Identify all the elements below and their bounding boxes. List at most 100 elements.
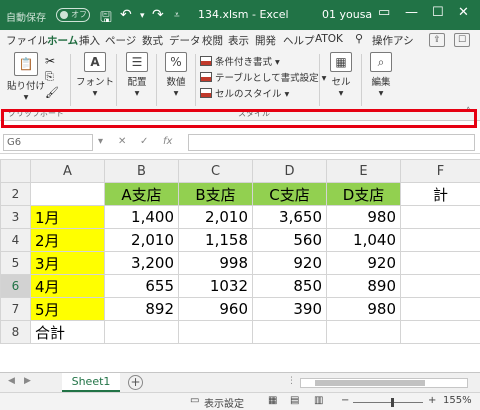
conditional-format-button[interactable]: 条件付き書式 ▾ (200, 54, 280, 68)
undo-dropdown-icon[interactable]: ▾ (140, 11, 145, 21)
cell[interactable]: 390 (252, 297, 327, 321)
number-button[interactable]: % 数値 ▾ (160, 52, 192, 99)
format-painter-icon[interactable]: 🖌 (45, 86, 59, 99)
cell[interactable]: 1,158 (178, 228, 253, 252)
tab-data[interactable]: データ (169, 33, 201, 48)
cell[interactable] (252, 320, 327, 344)
maximize-button[interactable]: ☐ (432, 5, 444, 20)
cell[interactable]: 2月 (30, 228, 105, 252)
horizontal-scrollbar[interactable] (300, 378, 468, 388)
tab-tell-me[interactable]: 操作アシ (372, 33, 414, 48)
cell[interactable]: C支店 (252, 182, 327, 206)
comments-icon[interactable]: ☐ (454, 33, 470, 47)
cell[interactable]: 2,010 (178, 205, 253, 229)
cell[interactable] (104, 320, 179, 344)
cell[interactable]: 960 (178, 297, 253, 321)
cell[interactable]: 850 (252, 274, 327, 298)
row-header[interactable]: 7 (0, 297, 31, 321)
cell[interactable]: 1月 (30, 205, 105, 229)
cell-styles-button[interactable]: セルのスタイル ▾ (200, 86, 289, 100)
cell[interactable] (326, 320, 401, 344)
column-header-b[interactable]: B (104, 159, 179, 183)
tab-review[interactable]: 校閲 (202, 33, 223, 48)
tab-view[interactable]: 表示 (228, 33, 249, 48)
cell[interactable] (400, 320, 480, 344)
close-button[interactable]: ✕ (458, 5, 469, 20)
cut-icon[interactable]: ✂ (45, 54, 55, 68)
ribbon-display-icon[interactable]: ▭ (378, 5, 390, 20)
tab-help[interactable]: ヘルプ (283, 33, 315, 48)
cell[interactable]: B支店 (178, 182, 253, 206)
redo-icon[interactable]: ↷ (152, 7, 164, 23)
display-settings-icon[interactable]: ▭ (190, 395, 199, 406)
cell[interactable]: 2,010 (104, 228, 179, 252)
cell[interactable]: 3,200 (104, 251, 179, 275)
cell[interactable]: 3,650 (252, 205, 327, 229)
zoom-out-button[interactable]: − (341, 395, 349, 406)
lightbulb-icon[interactable]: ⚲ (355, 32, 363, 45)
autosave-toggle[interactable]: オフ (56, 8, 90, 22)
editing-button[interactable]: ⌕ 編集 ▾ (364, 52, 398, 99)
sheet-tab-sheet1[interactable]: Sheet1 (62, 373, 120, 392)
cell[interactable]: 計 (400, 182, 480, 206)
customize-qat-icon[interactable]: ⩡ (174, 10, 180, 21)
cell[interactable]: 合計 (30, 320, 105, 344)
tab-atok[interactable]: ATOK (315, 33, 343, 45)
save-icon[interactable]: 🖫 (100, 7, 112, 31)
column-header-e[interactable]: E (326, 159, 401, 183)
tab-developer[interactable]: 開発 (255, 33, 276, 48)
select-all-corner[interactable] (0, 159, 31, 183)
cell[interactable] (400, 205, 480, 229)
cell[interactable]: 1,040 (326, 228, 401, 252)
row-header[interactable]: 4 (0, 228, 31, 252)
alignment-button[interactable]: ☰ 配置 ▾ (120, 52, 154, 99)
cell[interactable]: 998 (178, 251, 253, 275)
copy-icon[interactable]: ⎘ (45, 70, 54, 84)
cancel-icon[interactable]: ✕ (118, 136, 126, 147)
cell[interactable]: 980 (326, 297, 401, 321)
cell[interactable]: 980 (326, 205, 401, 229)
next-sheet-icon[interactable]: ▶ (24, 376, 31, 386)
user-name[interactable]: 01 yousa (322, 8, 372, 21)
column-header-c[interactable]: C (178, 159, 253, 183)
tab-home[interactable]: ホーム (47, 33, 79, 52)
row-header[interactable]: 8 (0, 320, 31, 344)
share-icon[interactable]: ⇪ (429, 33, 445, 47)
page-layout-view-icon[interactable]: ▤ (290, 395, 299, 406)
cell[interactable]: 920 (326, 251, 401, 275)
cell[interactable] (400, 297, 480, 321)
cells-button[interactable]: ▦ セル ▾ (324, 52, 358, 99)
cell[interactable] (30, 182, 105, 206)
prev-sheet-icon[interactable]: ◀ (8, 376, 15, 386)
cell[interactable] (400, 228, 480, 252)
normal-view-icon[interactable]: ▦ (268, 395, 277, 406)
cell[interactable]: D支店 (326, 182, 401, 206)
add-sheet-button[interactable]: + (128, 375, 143, 390)
cell[interactable]: 4月 (30, 274, 105, 298)
tab-file[interactable]: ファイル (6, 33, 48, 48)
display-settings-label[interactable]: 表示設定 (204, 395, 244, 410)
font-button[interactable]: A フォント ▾ (76, 52, 114, 99)
cell[interactable] (400, 274, 480, 298)
minimize-button[interactable]: — (405, 5, 418, 20)
enter-icon[interactable]: ✓ (140, 136, 148, 147)
name-box-dropdown-icon[interactable]: ▾ (98, 136, 103, 147)
tab-insert[interactable]: 挿入 (79, 33, 100, 48)
tab-formulas[interactable]: 数式 (142, 33, 163, 48)
cell[interactable]: 560 (252, 228, 327, 252)
cell[interactable]: 892 (104, 297, 179, 321)
row-header[interactable]: 6 (0, 274, 31, 298)
zoom-slider-thumb[interactable] (391, 398, 394, 407)
column-header-a[interactable]: A (30, 159, 105, 183)
column-header-d[interactable]: D (252, 159, 327, 183)
row-header[interactable]: 3 (0, 205, 31, 229)
undo-icon[interactable]: ↶ (120, 7, 132, 23)
paste-button[interactable]: 📋 貼り付け ▾ (6, 52, 46, 103)
format-as-table-button[interactable]: テーブルとして書式設定 ▾ (200, 70, 326, 84)
zoom-slider[interactable] (353, 402, 423, 403)
insert-function-icon[interactable]: fx (163, 136, 172, 147)
row-header[interactable]: 5 (0, 251, 31, 275)
page-break-view-icon[interactable]: ▥ (314, 395, 323, 406)
cell[interactable]: 890 (326, 274, 401, 298)
scrollbar-thumb[interactable] (315, 380, 425, 386)
